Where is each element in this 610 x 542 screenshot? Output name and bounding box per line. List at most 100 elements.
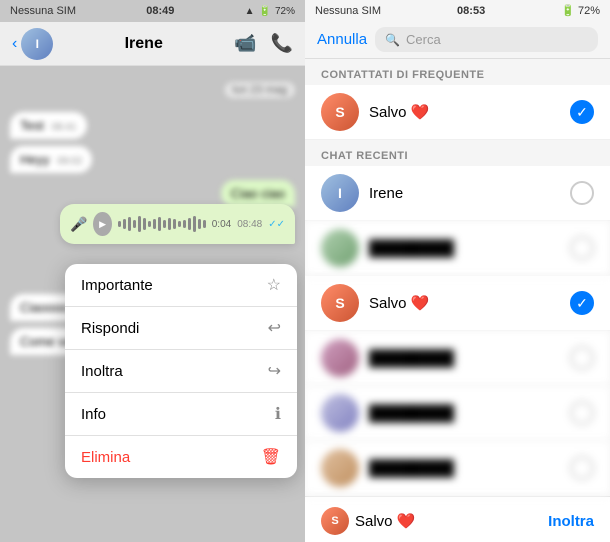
contact-row-blurred-3[interactable]: ████████ bbox=[305, 386, 610, 441]
wifi-icon: ▲ bbox=[245, 6, 255, 17]
check-circle-blurred-2[interactable] bbox=[570, 346, 594, 370]
context-label-info: Info bbox=[81, 406, 106, 423]
right-panel: Nessuna SIM 08:53 🔋 72% Annulla 🔍 Cerca … bbox=[305, 0, 610, 542]
check-circle-salvo-frequent[interactable]: ✓ bbox=[570, 100, 594, 124]
check-circle-salvo-recent[interactable]: ✓ bbox=[570, 291, 594, 315]
left-status-icons: ▲ 🔋 72% bbox=[245, 6, 295, 17]
contact-row-irene[interactable]: I Irene bbox=[305, 166, 610, 221]
voice-message-bubble[interactable]: 🎤 ▶ 0:04 bbox=[60, 204, 295, 244]
avatar-blurred-1 bbox=[321, 229, 359, 267]
right-time: 08:53 bbox=[457, 5, 485, 17]
avatar: I bbox=[21, 28, 53, 60]
wave-bar bbox=[193, 216, 196, 232]
right-status-bar: Nessuna SIM 08:53 🔋 72% bbox=[305, 0, 610, 21]
forward-icon: ↪ bbox=[268, 361, 281, 381]
contact-name-blurred-3: ████████ bbox=[369, 405, 560, 422]
frequent-header: CONTATTATI DI FREQUENTE bbox=[305, 59, 610, 85]
left-nav-bar: ‹ I Irene 📹 📞 bbox=[0, 22, 305, 66]
wave-bar bbox=[128, 217, 131, 231]
contact-name: Irene bbox=[125, 35, 163, 53]
avatar-irene: I bbox=[321, 174, 359, 212]
recent-header: CHAT RECENTI bbox=[305, 140, 610, 166]
context-menu: Importante ☆ Rispondi ↩ Inoltra ↪ Info ℹ… bbox=[65, 264, 297, 478]
voice-sent-time: 08:48 bbox=[237, 219, 262, 230]
context-item-importante[interactable]: Importante ☆ bbox=[65, 264, 297, 307]
context-item-info[interactable]: Info ℹ bbox=[65, 393, 297, 436]
avatar-blurred-2 bbox=[321, 339, 359, 377]
footer-selected-name: Salvo ❤️ bbox=[355, 512, 415, 530]
info-icon: ℹ bbox=[275, 404, 281, 424]
trash-icon: 🗑 bbox=[261, 447, 281, 467]
contact-row-salvo-frequent[interactable]: S Salvo ❤️ ✓ bbox=[305, 85, 610, 140]
right-nav-bar: Annulla 🔍 Cerca bbox=[305, 21, 610, 59]
back-button[interactable]: ‹ I bbox=[12, 28, 53, 60]
context-label-elimina: Elimina bbox=[81, 449, 130, 466]
cancel-button[interactable]: Annulla bbox=[317, 31, 367, 48]
check-circle-blurred-4[interactable] bbox=[570, 456, 594, 480]
contact-row-blurred-2[interactable]: ████████ bbox=[305, 331, 610, 386]
contact-row-blurred-4[interactable]: ████████ bbox=[305, 441, 610, 496]
battery-icon: 🔋 bbox=[259, 6, 271, 17]
search-bar[interactable]: 🔍 Cerca bbox=[375, 27, 598, 52]
footer-selected: S Salvo ❤️ bbox=[321, 507, 415, 535]
context-item-inoltra[interactable]: Inoltra ↪ bbox=[65, 350, 297, 393]
left-panel: Nessuna SIM 08:49 ▲ 🔋 72% ‹ I Irene 📹 📞 … bbox=[0, 0, 305, 542]
wave-bar bbox=[158, 217, 161, 231]
right-carrier: Nessuna SIM bbox=[315, 5, 381, 17]
wave-bar bbox=[178, 221, 181, 227]
search-icon: 🔍 bbox=[385, 33, 400, 47]
frequent-section: CONTATTATI DI FREQUENTE S Salvo ❤️ ✓ bbox=[305, 59, 610, 140]
battery-pct: 72% bbox=[275, 6, 295, 17]
wave-bar bbox=[133, 220, 136, 228]
phone-call-icon[interactable]: 📞 bbox=[271, 33, 293, 54]
contact-row-salvo-recent[interactable]: S Salvo ❤️ ✓ bbox=[305, 276, 610, 331]
right-battery: 🔋 72% bbox=[561, 4, 600, 17]
back-chevron-icon: ‹ bbox=[12, 35, 17, 53]
wave-bar bbox=[188, 218, 191, 230]
recent-section: CHAT RECENTI I Irene ████████ S Salvo ❤️… bbox=[305, 140, 610, 496]
star-icon: ☆ bbox=[267, 275, 281, 295]
context-item-elimina[interactable]: Elimina 🗑 bbox=[65, 436, 297, 478]
wave-bar bbox=[163, 220, 166, 228]
contact-name-salvo-recent: Salvo ❤️ bbox=[369, 294, 560, 312]
nav-icons: 📹 📞 bbox=[234, 33, 293, 54]
wave-bar bbox=[198, 219, 201, 229]
context-label-rispondi: Rispondi bbox=[81, 320, 139, 337]
left-carrier: Nessuna SIM bbox=[10, 5, 76, 17]
msg-ciao-ciao: Ciao ciao bbox=[221, 180, 295, 207]
video-call-icon[interactable]: 📹 bbox=[234, 33, 256, 54]
context-label-inoltra: Inoltra bbox=[81, 363, 123, 380]
wave-bar bbox=[153, 219, 156, 229]
wave-bar bbox=[118, 221, 121, 227]
waveform bbox=[118, 214, 206, 234]
avatar-salvo-recent: S bbox=[321, 284, 359, 322]
avatar-blurred-3 bbox=[321, 394, 359, 432]
voice-duration: 0:04 bbox=[212, 219, 231, 230]
checkmark-icon: ✓✓ bbox=[268, 219, 285, 230]
right-footer: S Salvo ❤️ Inoltra bbox=[305, 496, 610, 542]
inoltra-button[interactable]: Inoltra bbox=[548, 513, 594, 530]
msg-heyy: Heyy 09:02 bbox=[10, 146, 92, 173]
play-button[interactable]: ▶ bbox=[93, 212, 111, 236]
contact-name-blurred-2: ████████ bbox=[369, 350, 560, 367]
contact-row-blurred-1[interactable]: ████████ bbox=[305, 221, 610, 276]
check-circle-irene[interactable] bbox=[570, 181, 594, 205]
wave-bar bbox=[203, 220, 206, 228]
footer-avatar: S bbox=[321, 507, 349, 535]
check-circle-blurred-1[interactable] bbox=[570, 236, 594, 260]
check-circle-blurred-3[interactable] bbox=[570, 401, 594, 425]
context-label-importante: Importante bbox=[81, 277, 153, 294]
left-status-bar: Nessuna SIM 08:49 ▲ 🔋 72% bbox=[0, 0, 305, 22]
contact-name-blurred-1: ████████ bbox=[369, 240, 560, 257]
wave-bar bbox=[148, 221, 151, 227]
reply-icon: ↩ bbox=[268, 318, 281, 338]
context-item-rispondi[interactable]: Rispondi ↩ bbox=[65, 307, 297, 350]
wave-bar bbox=[123, 219, 126, 229]
avatar-salvo-frequent: S bbox=[321, 93, 359, 131]
avatar-blurred-4 bbox=[321, 449, 359, 487]
wave-bar bbox=[168, 218, 171, 230]
contact-name-salvo-frequent: Salvo ❤️ bbox=[369, 103, 560, 121]
contact-name-irene: Irene bbox=[369, 185, 560, 202]
left-time: 08:49 bbox=[146, 5, 174, 17]
mic-icon: 🎤 bbox=[70, 216, 87, 233]
